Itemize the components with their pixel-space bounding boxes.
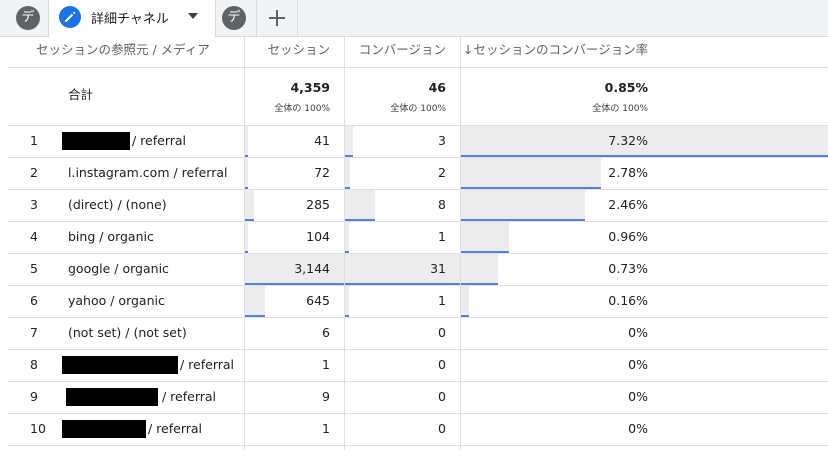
tab-bar: デ 詳細チャネル デ — [0, 0, 828, 37]
column-header-dimension[interactable]: セッションの参照元 / メディア — [36, 37, 210, 67]
totals-rate-share: 全体の 100% — [592, 104, 648, 114]
column-header-conversion-rate[interactable]: ↓セッションのコンバージョン率 — [463, 37, 648, 67]
redacted-source-block — [62, 356, 178, 374]
row-conversions: 8 — [438, 197, 446, 212]
row-conversions: 31 — [430, 261, 446, 276]
row-conversions: 1 — [438, 293, 446, 308]
row-source-medium[interactable]: (not set) / (not set) — [68, 317, 187, 349]
row-conversions: 0 — [438, 325, 446, 340]
totals-rate: 0.85% — [604, 80, 648, 95]
row-index: 4 — [30, 229, 38, 244]
tab-chip-label: デ — [227, 10, 241, 25]
redacted-source-block — [62, 132, 130, 150]
tab-chip-label: デ — [21, 10, 35, 25]
row-source-medium[interactable]: / referral — [132, 125, 186, 157]
row-source-medium[interactable]: (direct) / (none) — [68, 189, 167, 221]
totals-conversions: 46 — [428, 80, 446, 95]
row-conversions: 1 — [438, 229, 446, 244]
row-sessions: 72 — [314, 165, 330, 180]
column-divider[interactable] — [460, 37, 461, 450]
row-sessions: 104 — [306, 229, 330, 244]
row-conversion-rate: 0% — [628, 421, 648, 436]
row-index: 9 — [30, 389, 38, 404]
row-conversion-rate: 0% — [628, 357, 648, 372]
row-index: 10 — [30, 421, 46, 436]
row-source-medium[interactable]: / referral — [148, 413, 202, 445]
row-conversion-rate: 0.96% — [608, 229, 648, 244]
row-conversion-rate: 2.46% — [608, 197, 648, 212]
row-conversion-rate: 0% — [628, 389, 648, 404]
row-source-medium[interactable]: bing / organic — [68, 221, 154, 253]
pencil-icon — [59, 6, 81, 28]
row-sessions: 1 — [322, 421, 330, 436]
row-sessions: 3,144 — [294, 261, 330, 276]
row-sessions: 645 — [306, 293, 330, 308]
totals-sessions-share: 全体の 100% — [274, 104, 330, 114]
row-conversions: 0 — [438, 421, 446, 436]
tab-label: 詳細チャネル — [91, 12, 169, 27]
chevron-down-icon[interactable] — [188, 13, 198, 19]
totals-sessions: 4,359 — [290, 80, 330, 95]
row-conversions: 0 — [438, 357, 446, 372]
row-divider — [8, 445, 828, 446]
tab-chip-1[interactable]: デ — [16, 6, 40, 30]
row-conversion-rate: 0.73% — [608, 261, 648, 276]
column-header-conversions[interactable]: コンバージョン — [344, 37, 446, 67]
row-sessions: 41 — [314, 133, 330, 148]
header-divider — [8, 67, 828, 68]
column-header-sessions[interactable]: セッション — [244, 37, 330, 67]
row-conversion-rate: 2.78% — [608, 165, 648, 180]
column-divider[interactable] — [244, 37, 245, 450]
add-tab-button[interactable] — [256, 0, 298, 36]
row-conversions: 0 — [438, 389, 446, 404]
row-index: 3 — [30, 197, 38, 212]
row-source-medium[interactable]: / referral — [180, 349, 234, 381]
redacted-source-block — [66, 388, 158, 406]
column-divider[interactable] — [344, 37, 345, 450]
tab-detail-channel[interactable]: 詳細チャネル — [48, 0, 216, 37]
row-sessions: 6 — [322, 325, 330, 340]
row-index: 6 — [30, 293, 38, 308]
row-conversion-rate: 0% — [628, 325, 648, 340]
row-index: 1 — [30, 133, 38, 148]
row-source-medium[interactable]: google / organic — [68, 253, 169, 285]
row-source-medium[interactable]: yahoo / organic — [68, 285, 165, 317]
row-conversion-rate: 7.32% — [608, 133, 648, 148]
totals-label: 合計 — [68, 87, 94, 102]
row-conversions: 2 — [438, 165, 446, 180]
row-index: 7 — [30, 325, 38, 340]
row-index: 5 — [30, 261, 38, 276]
row-sessions: 1 — [322, 357, 330, 372]
row-conversion-rate: 0.16% — [608, 293, 648, 308]
redacted-source-block — [62, 420, 146, 438]
row-index: 2 — [30, 165, 38, 180]
row-sessions: 9 — [322, 389, 330, 404]
row-conversions: 3 — [438, 133, 446, 148]
row-source-medium[interactable]: / referral — [162, 381, 216, 413]
tab-chip-2[interactable]: デ — [222, 6, 246, 30]
row-index: 8 — [30, 357, 38, 372]
row-source-medium[interactable]: l.instagram.com / referral — [68, 157, 228, 189]
row-sessions: 285 — [306, 197, 330, 212]
report-table: セッションの参照元 / メディア セッション コンバージョン ↓セッションのコン… — [8, 37, 828, 450]
totals-conversions-share: 全体の 100% — [390, 104, 446, 114]
